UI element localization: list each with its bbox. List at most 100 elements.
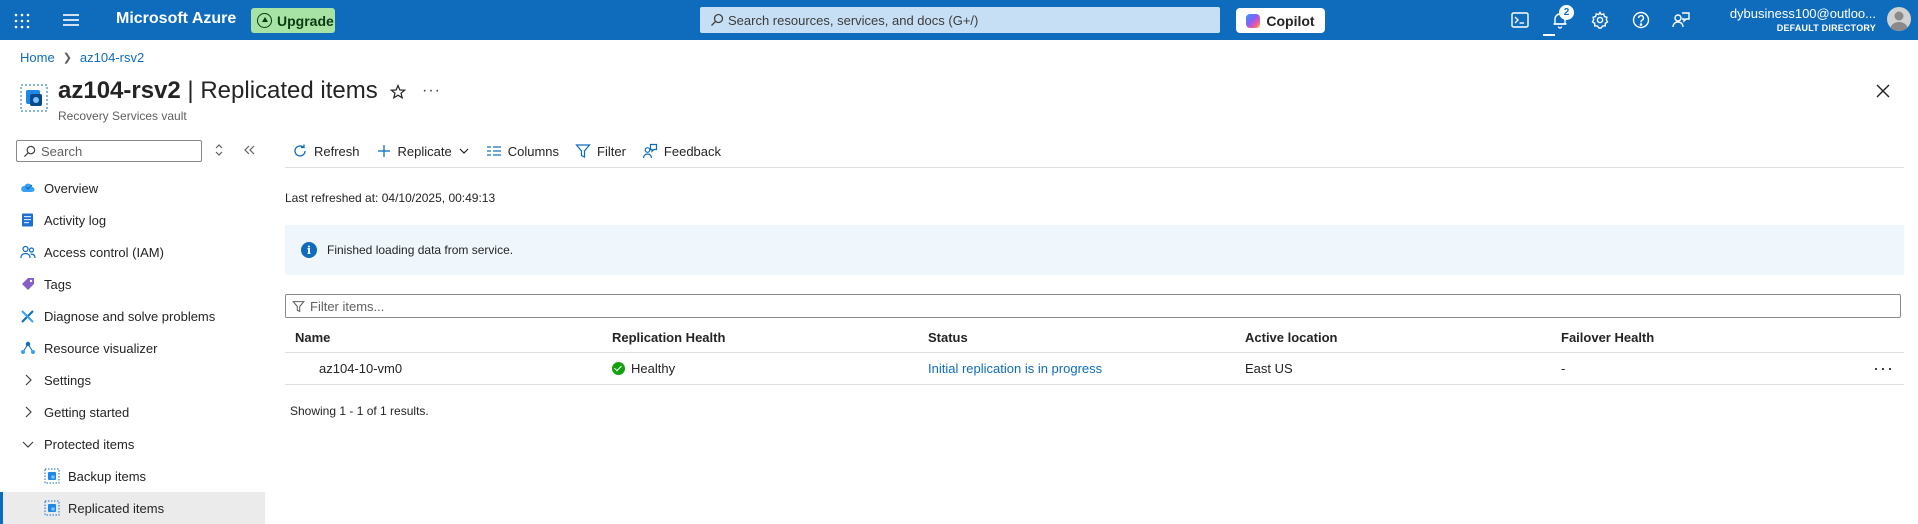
sidebar-item-label: Getting started (44, 404, 130, 420)
filter-icon (292, 300, 305, 313)
portal-menu-icon[interactable] (62, 12, 82, 30)
notifications-active-indicator (1543, 34, 1555, 36)
vault-icon (44, 500, 60, 516)
refresh-label: Refresh (314, 143, 360, 159)
chevron-right-icon: ❯ (62, 52, 72, 64)
refresh-button[interactable]: Refresh (292, 143, 360, 159)
sidebar-item-resource-visualizer[interactable]: Resource visualizer (0, 332, 265, 364)
replicated-items-table: Name Replication Health Status Active lo… (285, 322, 1904, 385)
tag-icon (20, 276, 36, 292)
sidebar-item-iam[interactable]: Access control (IAM) (0, 236, 265, 268)
feedback-label: Feedback (663, 143, 722, 159)
column-header-status[interactable]: Status (928, 322, 968, 352)
table-header: Name Replication Health Status Active lo… (285, 322, 1904, 353)
resource-type-subtitle: Recovery Services vault (58, 109, 187, 123)
help-icon[interactable] (1631, 10, 1651, 30)
healthy-check-icon (612, 362, 625, 375)
status-link[interactable]: Initial replication is in progress (928, 353, 1102, 384)
sidebar-search-input[interactable]: Search (16, 140, 202, 162)
sidebar-item-label: Resource visualizer (44, 340, 158, 356)
sidebar-item-label: Backup items (68, 468, 147, 484)
column-header-name[interactable]: Name (295, 322, 330, 352)
sidebar-nav: Overview Activity log Access control (IA… (0, 172, 265, 524)
sidebar-item-label: Overview (44, 180, 99, 196)
account-directory: DEFAULT DIRECTORY (1776, 23, 1876, 33)
sidebar-item-diagnose[interactable]: Diagnose and solve problems (0, 300, 265, 332)
account-user: dybusiness100@outloo... (1729, 6, 1876, 21)
brand-link[interactable]: Microsoft Azure (116, 10, 236, 28)
toolbar-divider (285, 167, 1904, 168)
columns-icon (486, 143, 502, 159)
sidebar-item-settings[interactable]: Settings (0, 364, 265, 396)
sidebar-item-label: Activity log (44, 212, 107, 228)
command-bar: Refresh Replicate Columns Filter Feedbac… (292, 140, 737, 162)
app-launcher-icon[interactable] (12, 11, 32, 31)
replicate-button[interactable]: Replicate (376, 143, 470, 159)
sidebar-item-protected-items[interactable]: Protected items (0, 428, 265, 460)
global-search-placeholder: Search resources, services, and docs (G+… (728, 12, 979, 28)
collapse-sidebar-icon[interactable] (242, 143, 256, 157)
table-row[interactable]: az104-10-vm0 Healthy Initial replication… (285, 353, 1904, 385)
wrench-icon (20, 308, 36, 324)
filter-items-placeholder: Filter items... (310, 298, 385, 314)
sidebar-item-activity-log[interactable]: Activity log (0, 204, 265, 236)
sidebar-item-label: Diagnose and solve problems (44, 308, 216, 324)
item-name: az104-10-vm0 (319, 361, 403, 376)
filter-button[interactable]: Filter (575, 143, 626, 159)
avatar[interactable] (1887, 7, 1911, 31)
last-refreshed-text: Last refreshed at: 04/10/2025, 00:49:13 (285, 191, 496, 205)
filter-icon (575, 143, 591, 159)
column-header-failover-health[interactable]: Failover Health (1561, 322, 1654, 352)
breadcrumb: Home ❯ az104-rsv2 (20, 50, 144, 65)
info-message-bar: i Finished loading data from service. (285, 225, 1904, 275)
sidebar-item-tags[interactable]: Tags (0, 268, 265, 300)
more-options-icon[interactable]: ··· (422, 82, 441, 100)
results-count: Showing 1 - 1 of 1 results. (290, 404, 429, 418)
upgrade-icon (257, 13, 272, 28)
feedback-icon[interactable] (1671, 10, 1691, 30)
search-icon (23, 145, 36, 158)
cloud-shell-icon[interactable] (1510, 10, 1530, 30)
column-header-active-location[interactable]: Active location (1245, 322, 1337, 352)
upgrade-button[interactable]: Upgrade (251, 8, 335, 33)
chevron-down-icon (458, 145, 470, 157)
top-bar: Microsoft Azure Upgrade Search resources… (0, 0, 1918, 40)
sidebar-search-placeholder: Search (41, 143, 83, 159)
sidebar-item-label: Replicated items (68, 500, 165, 516)
sidebar-item-getting-started[interactable]: Getting started (0, 396, 265, 428)
columns-button[interactable]: Columns (486, 143, 559, 159)
sort-updown-icon[interactable] (213, 143, 225, 157)
vault-name: az104-rsv2 (58, 77, 181, 104)
sidebar-item-backup-items[interactable]: Backup items (0, 460, 265, 492)
replication-health-value: Healthy (631, 361, 676, 376)
failover-health-value: - (1561, 361, 1566, 376)
sidebar-item-replicated-items[interactable]: Replicated items (0, 492, 265, 524)
active-location-value: East US (1245, 361, 1293, 376)
page-name: Replicated items (200, 77, 378, 104)
copilot-label: Copilot (1266, 12, 1315, 29)
people-icon (20, 244, 36, 260)
cloud-icon (20, 180, 36, 196)
search-icon (710, 13, 724, 27)
copilot-icon (1246, 13, 1261, 28)
sidebar-item-label: Access control (IAM) (44, 244, 164, 260)
column-header-replication-health[interactable]: Replication Health (612, 322, 725, 352)
close-icon[interactable] (1876, 84, 1890, 98)
filter-items-input[interactable]: Filter items... (285, 294, 1901, 318)
sidebar-item-overview[interactable]: Overview (0, 172, 265, 204)
vault-icon (44, 468, 60, 484)
favorite-star-icon[interactable] (390, 84, 406, 100)
row-more-options-icon[interactable]: ··· (1873, 353, 1894, 384)
recovery-vault-icon (20, 84, 48, 112)
settings-gear-icon[interactable] (1590, 10, 1610, 30)
upgrade-label: Upgrade (277, 12, 334, 29)
account-menu[interactable]: dybusiness100@outloo... DEFAULT DIRECTOR… (1716, 6, 1876, 33)
copilot-button[interactable]: Copilot (1236, 8, 1325, 33)
feedback-button[interactable]: Feedback (642, 143, 721, 159)
feedback-icon (642, 143, 658, 159)
breadcrumb-home-link[interactable]: Home (20, 50, 55, 65)
refresh-icon (292, 143, 308, 159)
global-search-input[interactable]: Search resources, services, and docs (G+… (700, 7, 1220, 33)
breadcrumb-vault-link[interactable]: az104-rsv2 (80, 50, 144, 65)
columns-label: Columns (507, 143, 560, 159)
